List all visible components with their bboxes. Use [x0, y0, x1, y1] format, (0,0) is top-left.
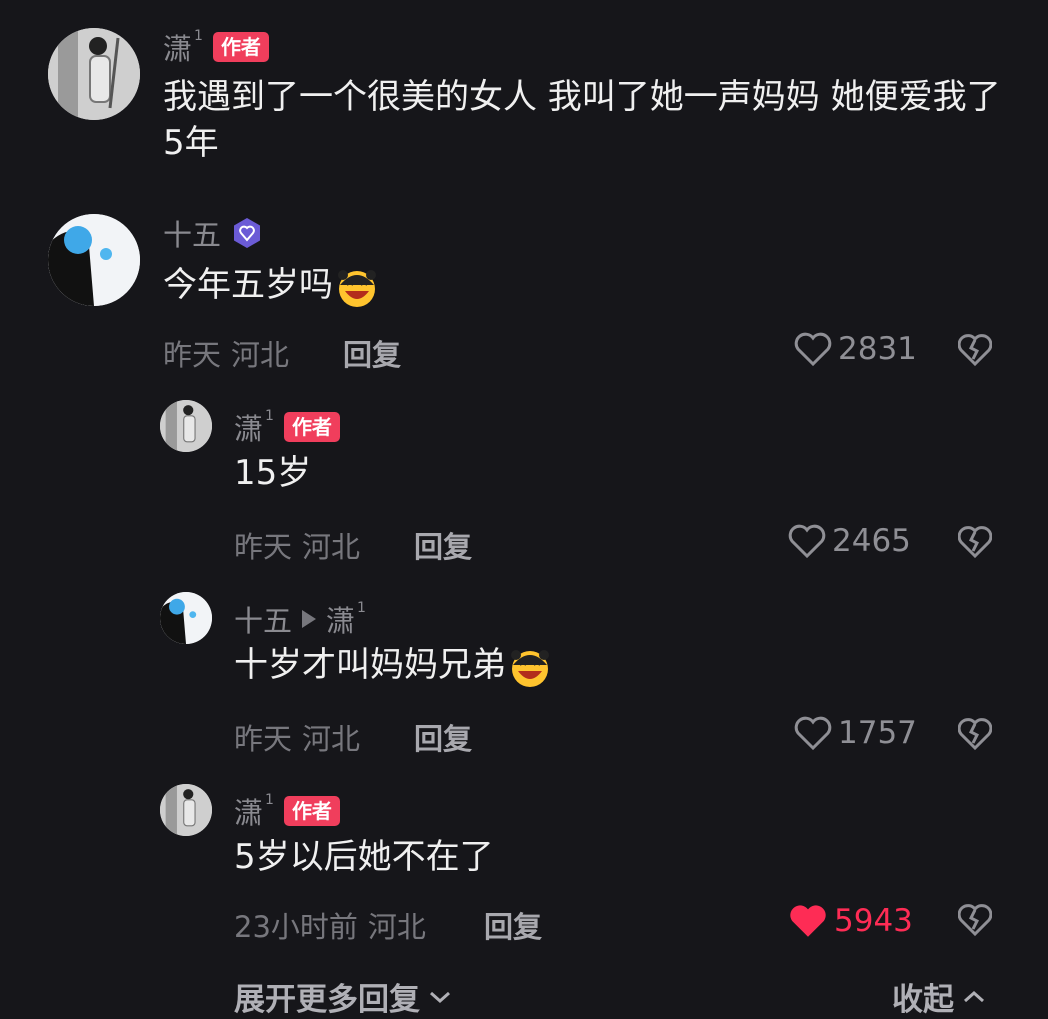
post-author-name[interactable]: 潇1 作者	[163, 26, 269, 68]
laughing-emoji	[511, 649, 549, 687]
comment-meta: 昨天 河北	[234, 716, 360, 758]
commenter-name[interactable]: 潇1 作者	[234, 790, 340, 832]
author-name: 潇	[163, 32, 193, 66]
expand-label: 展开更多回复	[234, 982, 420, 1018]
collapse-replies[interactable]: 收起	[892, 974, 986, 1019]
reply-arrow-icon	[302, 610, 317, 628]
comment-time: 昨天	[163, 338, 222, 372]
like-count: 5943	[834, 903, 913, 939]
like-button[interactable]: 5943	[788, 903, 913, 939]
commenter-avatar[interactable]	[48, 214, 140, 306]
comment-text: 5岁以后她不在了	[234, 837, 494, 877]
heart-icon	[794, 716, 832, 750]
comment-location: 河北	[302, 530, 361, 564]
like-button[interactable]: 2831	[794, 331, 917, 367]
heart-icon	[794, 332, 832, 366]
user-name-sup: 1	[265, 792, 274, 808]
user-name: 十五	[163, 218, 222, 252]
expand-more-replies[interactable]: 展开更多回复	[234, 974, 452, 1019]
author-avatar[interactable]	[160, 400, 212, 452]
commenter-name[interactable]: 十五	[163, 212, 263, 254]
user-name: 十五	[234, 604, 293, 638]
author-avatar[interactable]	[160, 784, 212, 836]
like-button[interactable]: 2465	[788, 523, 911, 559]
heart-filled-icon	[790, 905, 826, 937]
reply-button[interactable]: 回复	[414, 716, 472, 758]
commenter-name[interactable]: 十五 潇1	[234, 598, 366, 640]
user-name: 潇	[234, 412, 264, 446]
comment-location: 河北	[231, 338, 290, 372]
comment-text: 15岁	[234, 453, 312, 493]
heart-icon	[788, 524, 826, 558]
chevron-down-icon	[430, 991, 450, 1003]
comment-time: 昨天	[234, 722, 293, 756]
reply-to-name: 潇	[326, 604, 356, 638]
collapse-label: 收起	[892, 982, 954, 1018]
author-name-sup: 1	[194, 28, 203, 44]
comment-text: 十岁才叫妈妈兄弟	[234, 642, 552, 689]
comment-time: 23小时前	[234, 910, 358, 944]
user-name-sup: 1	[265, 408, 274, 424]
comment-time: 昨天	[234, 530, 293, 564]
comment-text-content: 十岁才叫妈妈兄弟	[234, 645, 506, 685]
commenter-name[interactable]: 潇1 作者	[234, 406, 340, 448]
author-avatar[interactable]	[48, 28, 140, 120]
like-count: 2831	[838, 331, 917, 367]
reply-button[interactable]: 回复	[414, 524, 472, 566]
reply-button[interactable]: 回复	[343, 332, 401, 374]
chevron-up-icon	[964, 990, 984, 1002]
comment-location: 河北	[302, 722, 361, 756]
broken-heart-icon[interactable]	[958, 333, 992, 367]
broken-heart-icon[interactable]	[958, 525, 992, 559]
author-badge: 作者	[283, 412, 340, 442]
comment-location: 河北	[367, 910, 426, 944]
laughing-emoji	[338, 269, 376, 307]
comment-meta: 昨天 河北	[234, 524, 360, 566]
reply-button[interactable]: 回复	[484, 904, 542, 946]
commenter-avatar[interactable]	[160, 592, 212, 644]
like-count: 1757	[838, 715, 917, 751]
like-button[interactable]: 1757	[794, 715, 917, 751]
user-name: 潇	[234, 796, 264, 830]
broken-heart-icon[interactable]	[958, 903, 992, 937]
comment-text: 今年五岁吗	[163, 262, 379, 309]
level-badge-icon	[231, 217, 263, 249]
like-count: 2465	[832, 523, 911, 559]
comment-meta: 昨天 河北	[163, 332, 289, 374]
comment-text-content: 今年五岁吗	[163, 265, 333, 305]
broken-heart-icon[interactable]	[958, 717, 992, 751]
comment-meta: 23小时前 河北	[234, 904, 426, 946]
reply-to-sup: 1	[357, 600, 366, 616]
author-badge: 作者	[212, 32, 269, 62]
post-text: 我遇到了一个很美的女人 我叫了她一声妈妈 她便爱我了5年	[163, 77, 1001, 163]
author-badge: 作者	[283, 796, 340, 826]
